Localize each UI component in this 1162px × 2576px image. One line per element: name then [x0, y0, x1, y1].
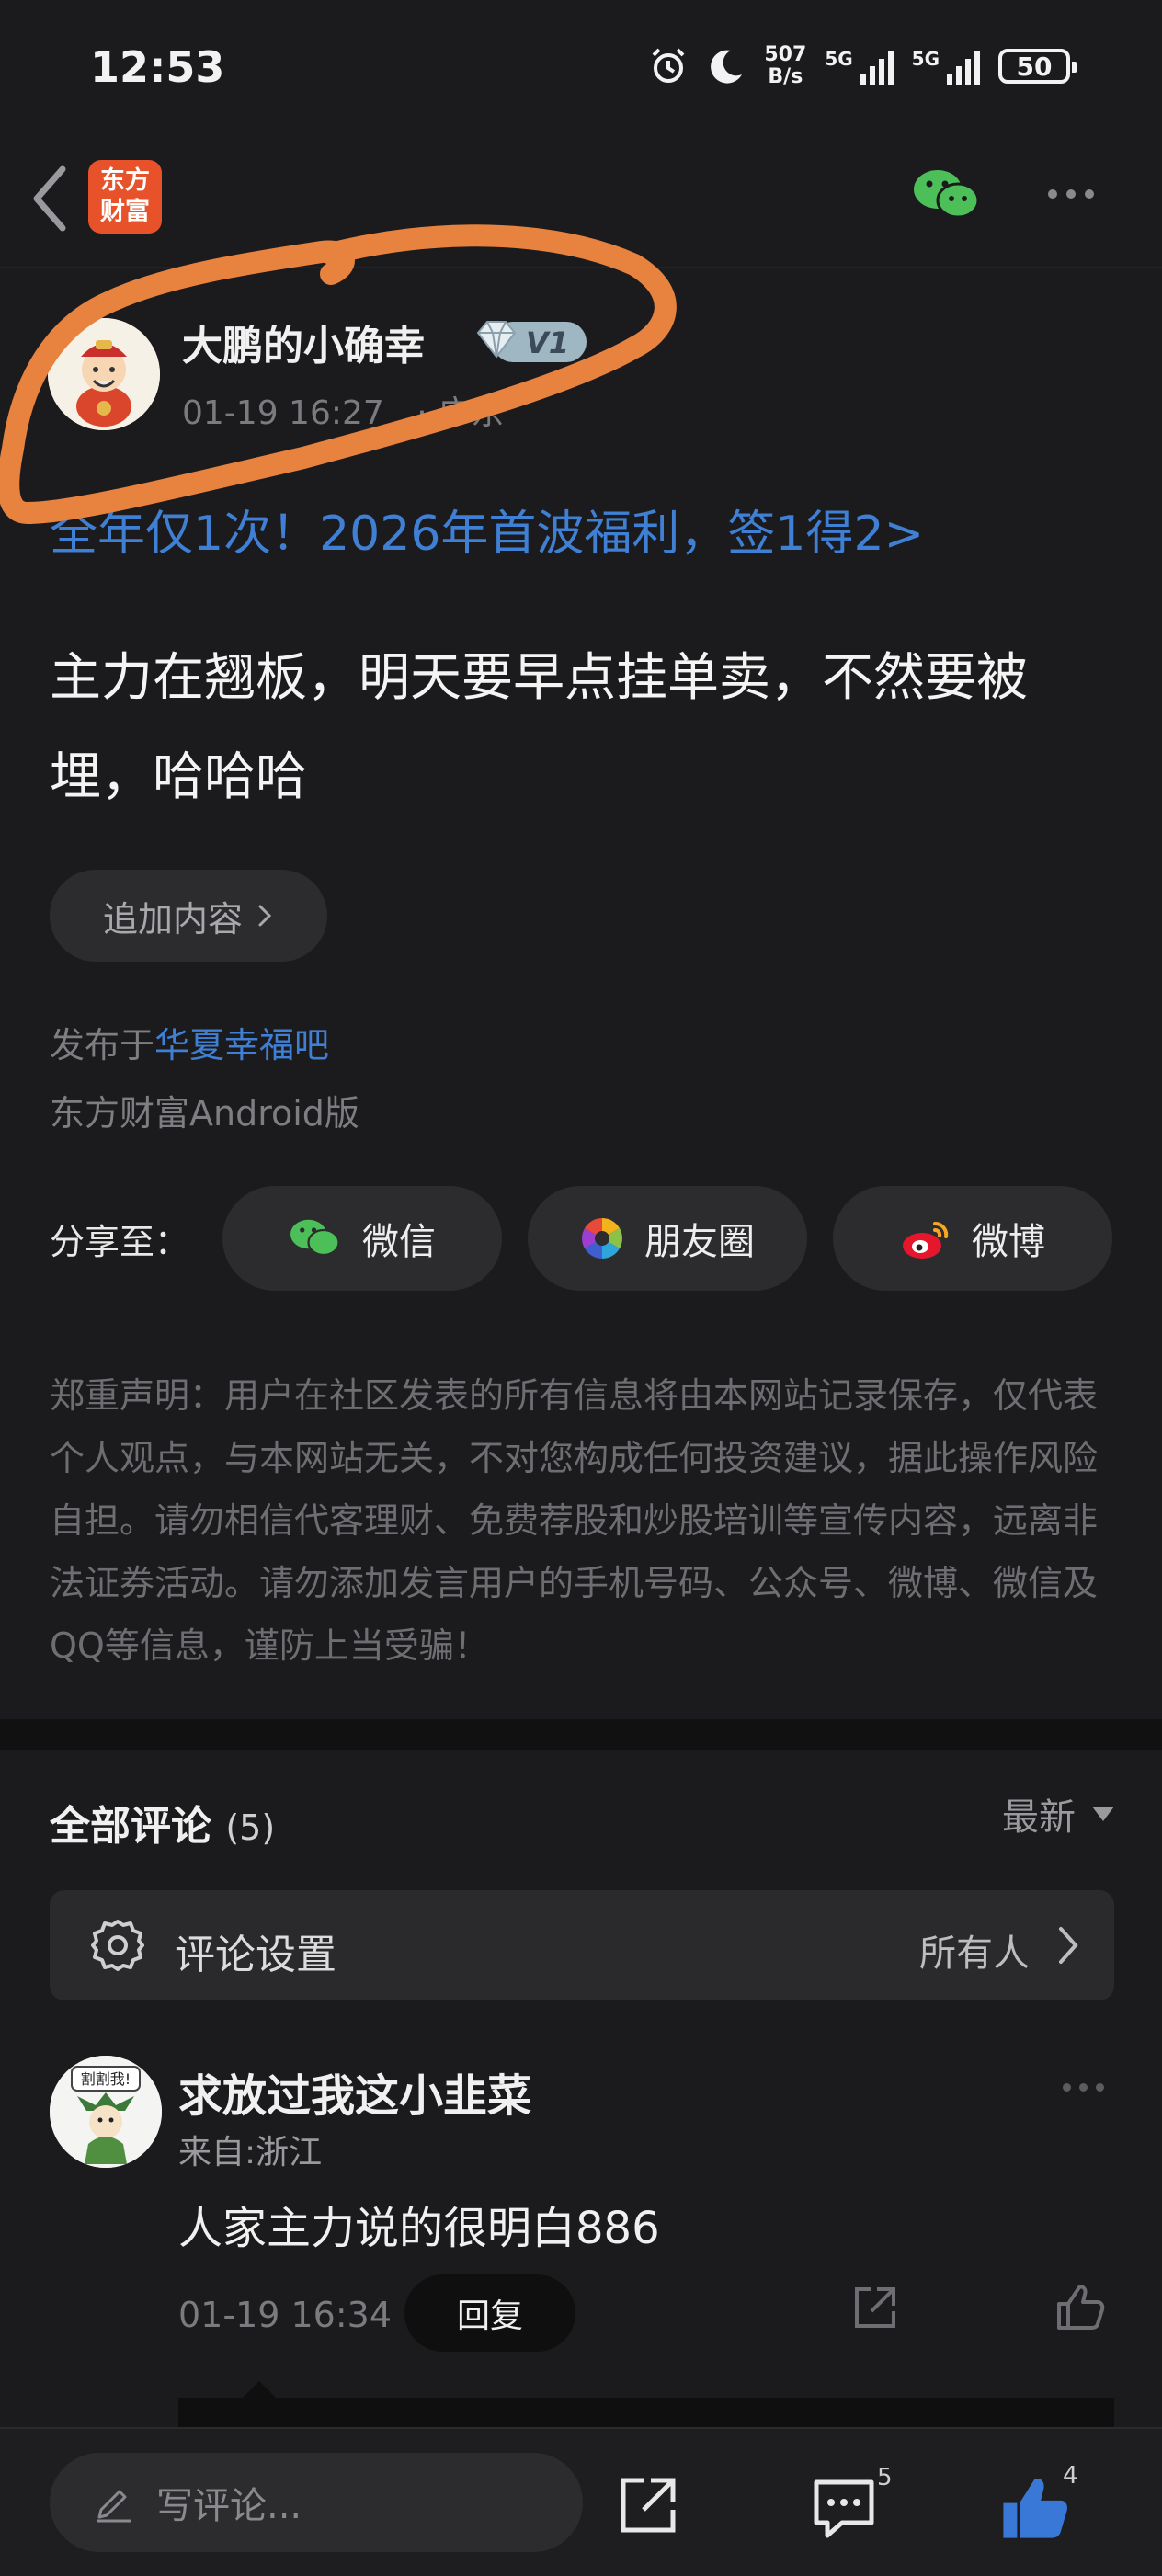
- commenter-location: 来自:浙江: [178, 2134, 323, 2171]
- wechat-icon: [290, 1219, 340, 1257]
- chevron-right-icon: [1059, 1927, 1078, 1964]
- platform-label: 东方财富Android版: [50, 1093, 359, 1134]
- moon-icon: [711, 50, 743, 84]
- share-label: 分享至：: [50, 1222, 190, 1262]
- signal-1: 5G: [825, 48, 894, 85]
- comment-time: 01-19 16:34: [178, 2295, 393, 2335]
- comment-more-icon[interactable]: [1063, 2083, 1104, 2092]
- forum-link[interactable]: 华夏幸福吧: [154, 1025, 329, 1066]
- commenter-name[interactable]: 求放过我这小韭菜: [178, 2059, 531, 2124]
- share-icon[interactable]: [851, 2284, 899, 2331]
- commenter-avatar[interactable]: 割割我!: [50, 2056, 162, 2168]
- thumbs-up-icon: [1003, 2479, 1067, 2538]
- add-content-button[interactable]: 追加内容: [50, 870, 327, 962]
- weibo-icon: [903, 1221, 949, 1259]
- battery-icon: 50: [998, 49, 1077, 84]
- like-count: 4: [1063, 2462, 1078, 2490]
- comment-settings-row[interactable]: 评论设置 所有人: [50, 1890, 1114, 2000]
- share-icon[interactable]: [616, 2473, 680, 2537]
- post-body: 主力在翘板，明天要早点挂单卖，不然要被埋，哈哈哈: [50, 648, 1028, 807]
- comment-count-button[interactable]: 5: [811, 2464, 912, 2543]
- share-weibo-button[interactable]: 微博: [833, 1186, 1112, 1291]
- thumbs-up-icon[interactable]: [1054, 2282, 1105, 2333]
- triangle-down-icon: [1092, 1807, 1114, 1821]
- signal-2: 5G: [912, 48, 980, 85]
- status-time: 12:53: [90, 42, 225, 92]
- disclaimer: 郑重声明：用户在社区发表的所有信息将由本网站记录保存，仅代表个人观点，与本网站无…: [50, 1375, 1099, 1666]
- section-divider: [0, 1719, 1162, 1750]
- write-comment-input[interactable]: 写评论...: [50, 2453, 583, 2552]
- comments-count: (5): [225, 1807, 276, 1848]
- reply-pointer: [241, 2381, 278, 2399]
- network-speed: 507 B/s: [764, 43, 807, 88]
- wechat-icon[interactable]: [912, 165, 982, 224]
- published-in: 发布于华夏幸福吧: [50, 1025, 330, 1066]
- more-dots-icon[interactable]: [1048, 189, 1094, 199]
- like-button[interactable]: 4: [998, 2462, 1099, 2547]
- comment-text: 人家主力说的很明白886: [178, 2203, 660, 2254]
- gear-icon: [91, 1920, 144, 1971]
- sort-dropdown[interactable]: 最新: [1002, 1787, 1114, 1841]
- comment-bubble-icon: [814, 2479, 874, 2538]
- status-icons: 507 B/s 5G 5G 50: [648, 43, 1077, 88]
- share-moments-button[interactable]: 朋友圈: [528, 1186, 807, 1291]
- comment-count: 5: [877, 2464, 893, 2491]
- highlight-annotation: [0, 224, 677, 524]
- reply-button[interactable]: 回复: [404, 2274, 575, 2352]
- moments-icon: [582, 1218, 622, 1259]
- svg-text:割割我!: 割割我!: [81, 2070, 131, 2088]
- pencil-icon: [97, 2490, 131, 2523]
- comments-title: 全部评论 (5): [50, 1803, 276, 1850]
- alarm-icon: [652, 48, 685, 83]
- chevron-right-icon: [258, 905, 272, 927]
- share-wechat-button[interactable]: 微信: [222, 1186, 502, 1291]
